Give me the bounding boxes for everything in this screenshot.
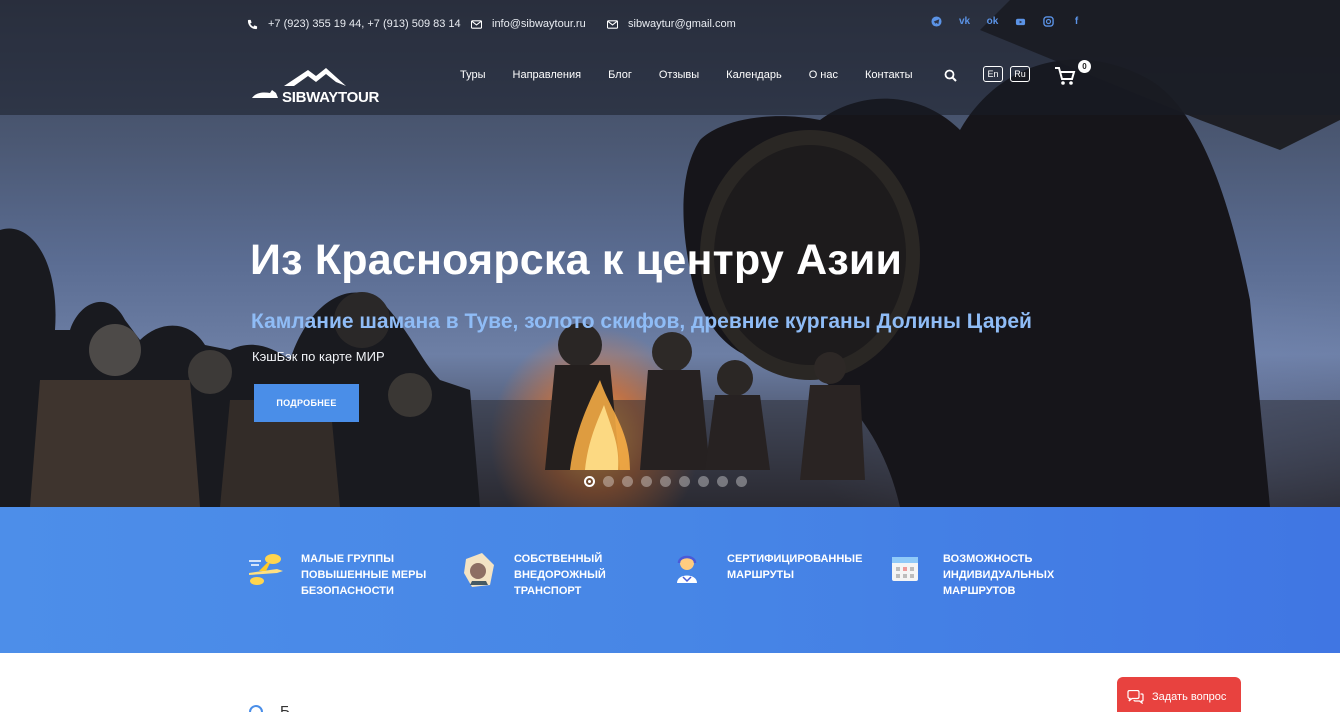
email-secondary: sibwaytur@gmail.com (628, 18, 736, 30)
vk-icon[interactable]: vk (959, 16, 970, 27)
lang-en-button[interactable]: En (983, 66, 1003, 82)
slider-dots (584, 476, 747, 487)
phone-contact[interactable]: +7 (923) 355 19 44, +7 (913) 509 83 14 (247, 14, 461, 34)
slider-dot[interactable] (584, 476, 595, 487)
ask-question-button[interactable]: Задать вопрос (1117, 677, 1241, 712)
feature-individual: Возможность индивидуальных маршрутов (889, 551, 1073, 599)
envelope-icon (607, 19, 618, 29)
feature-small-groups: Малые группы повышенные меры безопасност… (247, 551, 431, 599)
hero-note: КэшБэк по карте МИР (252, 349, 385, 364)
telegram-icon[interactable] (931, 16, 942, 27)
email-primary: info@sibwaytour.ru (492, 18, 586, 30)
nav-item-directions[interactable]: Направления (513, 69, 582, 81)
facebook-icon[interactable]: f (1071, 16, 1082, 27)
hero-subtitle: Камлание шамана в Туве, золото скифов, д… (251, 310, 1032, 333)
features-band: Малые группы повышенные меры безопасност… (0, 507, 1340, 653)
plane-icon (249, 554, 283, 585)
odnoklassniki-icon[interactable]: ok (987, 16, 999, 27)
feature-text-transport: Собственный внедорожный транспорт (514, 553, 606, 597)
slider-dot[interactable] (641, 476, 652, 487)
chat-icon (1127, 690, 1144, 704)
feature-certified: Сертифицированные маршруты (673, 551, 863, 591)
phone-icon (247, 19, 258, 29)
nav-item-calendar[interactable]: Календарь (726, 69, 782, 81)
top-contact-bar: +7 (923) 355 19 44, +7 (913) 509 83 14 i… (0, 14, 1340, 34)
ask-question-label: Задать вопрос (1152, 691, 1227, 703)
slider-dot[interactable] (660, 476, 671, 487)
social-links: vk ok f (931, 16, 1082, 27)
logo-text[interactable]: SIBWAYTOUR (282, 89, 379, 106)
nav-item-tours[interactable]: Туры (460, 69, 486, 81)
envelope-icon (471, 19, 482, 29)
cart-icon[interactable] (1054, 66, 1076, 86)
certified-guide-icon (677, 555, 697, 583)
lang-ru-button[interactable]: Ru (1010, 66, 1030, 82)
main-nav: Туры Направления Блог Отзывы Календарь О… (460, 69, 940, 81)
slider-dot[interactable] (679, 476, 690, 487)
nav-item-blog[interactable]: Блог (608, 69, 632, 81)
hero-title: Из Красноярска к центру Азии (250, 236, 903, 284)
nav-item-about[interactable]: О нас (809, 69, 838, 81)
phone-numbers: +7 (923) 355 19 44, +7 (913) 509 83 14 (268, 18, 461, 30)
feature-text-certified: Сертифицированные маршруты (727, 553, 863, 581)
slider-dot[interactable] (603, 476, 614, 487)
email-contact-1[interactable]: info@sibwaytour.ru (471, 14, 586, 34)
calendar-icon (892, 557, 918, 581)
cart-count-badge: 0 (1078, 60, 1091, 73)
email-contact-2[interactable]: sibwaytur@gmail.com (607, 14, 736, 34)
feature-text-individual: Возможность индивидуальных маршрутов (943, 553, 1055, 597)
slider-dot[interactable] (622, 476, 633, 487)
instagram-icon[interactable] (1043, 16, 1054, 27)
feature-transport: Собственный внедорожный транспорт (460, 551, 644, 599)
slider-dot[interactable] (717, 476, 728, 487)
more-details-button[interactable]: ПОДРОБНЕЕ (254, 384, 359, 422)
section-heading-partial: Б (280, 703, 290, 712)
slider-dot[interactable] (698, 476, 709, 487)
section-icon (249, 705, 263, 712)
offroad-vehicle-icon (464, 553, 494, 587)
nav-item-contacts[interactable]: Контакты (865, 69, 913, 81)
feature-text-small-groups: Малые группы повышенные меры безопасност… (301, 553, 427, 597)
search-icon[interactable] (944, 69, 957, 82)
slider-dot[interactable] (736, 476, 747, 487)
youtube-icon[interactable] (1015, 16, 1026, 27)
nav-item-reviews[interactable]: Отзывы (659, 69, 699, 81)
